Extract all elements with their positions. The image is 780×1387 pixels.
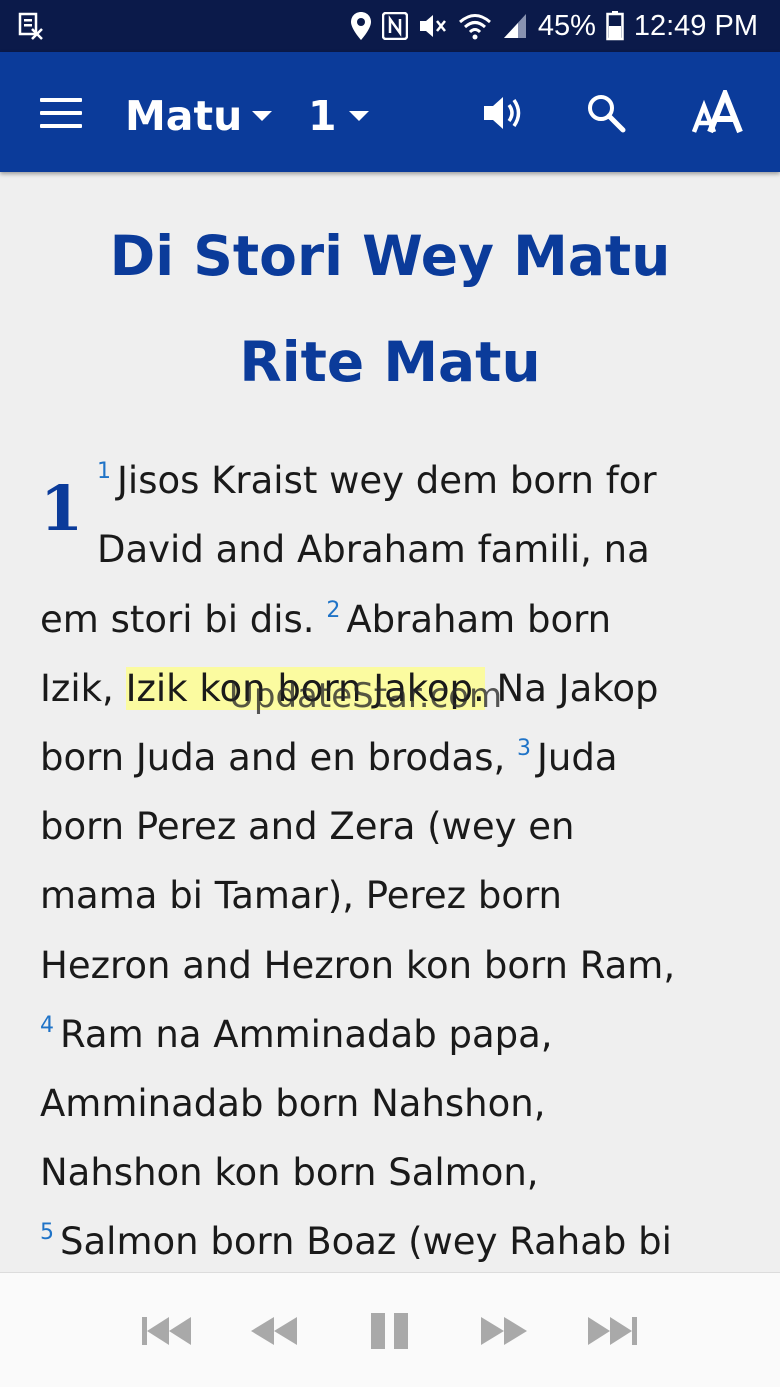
location-icon	[350, 11, 372, 41]
pause-icon[interactable]	[368, 1311, 412, 1351]
verse-number[interactable]: 3	[517, 736, 531, 761]
audio-player-bar	[0, 1272, 780, 1387]
watermark: UpdateStar.com	[229, 676, 503, 716]
verse-line: Amminadab born Nahshon,	[40, 1082, 546, 1125]
verse-line: em stori bi dis. 2 Abraham born	[40, 598, 612, 641]
clock: 12:49 PM	[633, 9, 758, 42]
search-icon[interactable]	[586, 90, 626, 136]
verse-line: 1 Jisos Kraist wey dem born for	[97, 459, 657, 502]
book-selector[interactable]: Matu	[125, 88, 273, 144]
verse-line: Hezron and Hezron kon born Ram,	[40, 944, 676, 987]
wifi-icon	[458, 12, 492, 40]
fast-forward-icon[interactable]	[477, 1311, 529, 1351]
verse-line: David and Abraham famili, na	[97, 528, 650, 571]
verse-number[interactable]: 2	[326, 598, 340, 623]
skip-to-end-icon[interactable]	[585, 1311, 639, 1351]
menu-icon[interactable]	[40, 98, 82, 128]
mute-icon	[418, 12, 448, 40]
verse-number[interactable]: 5	[40, 1220, 54, 1245]
page-subtitle: Rite Matu	[239, 330, 541, 394]
status-bar: 45% 12:49 PM	[0, 0, 780, 52]
verse-number[interactable]: 1	[97, 459, 111, 484]
verse-line: mama bi Tamar), Perez born	[40, 874, 562, 917]
battery-icon	[606, 11, 624, 41]
verse-number[interactable]: 4	[40, 1013, 54, 1038]
verse-line: Nahshon kon born Salmon,	[40, 1151, 539, 1194]
text-size-icon[interactable]	[692, 90, 748, 136]
chapter-selector[interactable]: 1	[308, 88, 369, 144]
rewind-icon[interactable]	[249, 1311, 301, 1351]
skip-to-start-icon[interactable]	[140, 1311, 194, 1351]
verse-line: 4 Ram na Amminadab papa,	[40, 1013, 553, 1056]
chapter-label: 1	[308, 92, 337, 140]
verse-line: born Perez and Zera (wey en	[40, 805, 575, 848]
app-bar: Matu 1	[0, 52, 780, 172]
verse-line: born Juda and en brodas, 3 Juda	[40, 736, 618, 779]
chevron-down-icon	[348, 111, 369, 121]
nfc-icon	[381, 12, 408, 40]
notification-icon	[18, 12, 44, 44]
chevron-down-icon	[252, 111, 273, 121]
page-title: Di Stori Wey Matu	[109, 224, 671, 288]
chapter-number: 1	[40, 472, 84, 545]
speaker-icon[interactable]	[482, 90, 524, 136]
book-name: Matu	[125, 92, 243, 140]
verse-line: 5 Salmon born Boaz (wey Rahab bi	[40, 1220, 672, 1263]
battery-percent: 45%	[537, 9, 596, 42]
signal-icon	[502, 12, 528, 40]
reading-pane[interactable]: Di Stori Wey Matu Rite Matu 1 1 Jisos Kra…	[0, 172, 780, 1272]
